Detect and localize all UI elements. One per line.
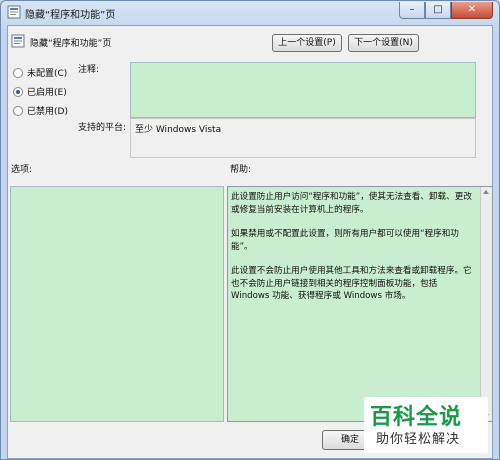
options-label: 选项: [11, 165, 33, 175]
scroll-up-arrow-icon[interactable] [483, 190, 489, 194]
policy-settings-icon [11, 34, 25, 48]
maximize-button[interactable]: □ [425, 2, 451, 19]
platform-value-box: 至少 Windows Vista [130, 118, 476, 158]
options-panel [10, 186, 224, 422]
dialog-client-area: 隐藏“程序和功能”页 上一个设置(P) 下一个设置(N) 未配置(C) 已启用(… [7, 25, 493, 459]
radio-enabled[interactable]: 已启用(E) [13, 85, 67, 98]
watermark-logo: 百科全说 助你轻松解决 [364, 397, 488, 453]
next-setting-button[interactable]: 下一个设置(N) [348, 34, 419, 52]
radio-label: 未配置(C) [27, 69, 68, 79]
radio-circle[interactable] [13, 105, 23, 116]
help-paragraph: 如果禁用或不配置此设置，则所有用户都可以使用“程序和功能”。 [231, 229, 459, 252]
radio-circle[interactable] [13, 67, 23, 78]
help-label: 帮助: [230, 165, 252, 175]
window-title: 隐藏“程序和功能”页 [25, 10, 116, 21]
radio-label: 已启用(E) [27, 88, 67, 98]
comment-label: 注释: [78, 65, 100, 75]
title-bar[interactable]: 隐藏“程序和功能”页 – □ ✕ [1, 1, 499, 25]
help-paragraph: 此设置防止用户访问“程序和功能”，使其无法查看、卸载、更改或修复当前安装在计算机… [231, 192, 472, 215]
policy-title: 隐藏“程序和功能”页 [30, 39, 112, 49]
policy-settings-icon [7, 5, 21, 19]
radio-label: 已禁用(D) [27, 107, 68, 117]
close-button[interactable]: ✕ [451, 2, 493, 19]
policy-editor-window: 隐藏“程序和功能”页 – □ ✕ 隐藏“程序和功能”页 上一个设置(P) 下一个… [0, 0, 500, 460]
help-paragraph: 此设置不会防止用户使用其他工具和方法来查看或卸载程序。它也不会防止用户链接到相关… [231, 266, 472, 301]
radio-not-configured[interactable]: 未配置(C) [13, 66, 67, 79]
help-panel: 此设置防止用户访问“程序和功能”，使其无法查看、卸载、更改或修复当前安装在计算机… [227, 186, 493, 422]
help-text: 此设置防止用户访问“程序和功能”，使其无法查看、卸载、更改或修复当前安装在计算机… [231, 191, 489, 303]
radio-disabled[interactable]: 已禁用(D) [13, 104, 68, 117]
window-controls: – □ ✕ [399, 2, 493, 20]
platform-label: 支持的平台: [78, 123, 127, 133]
previous-setting-button[interactable]: 上一个设置(P) [272, 34, 342, 52]
radio-circle-selected[interactable] [13, 86, 23, 97]
platform-value: 至少 Windows Vista [135, 125, 222, 135]
minimize-button[interactable]: – [399, 2, 425, 19]
watermark-main-text: 百科全说 [370, 405, 463, 430]
help-scrollbar[interactable] [480, 187, 492, 421]
watermark-sub-text: 助你轻松解决 [376, 432, 461, 447]
comment-textarea[interactable] [130, 62, 476, 118]
